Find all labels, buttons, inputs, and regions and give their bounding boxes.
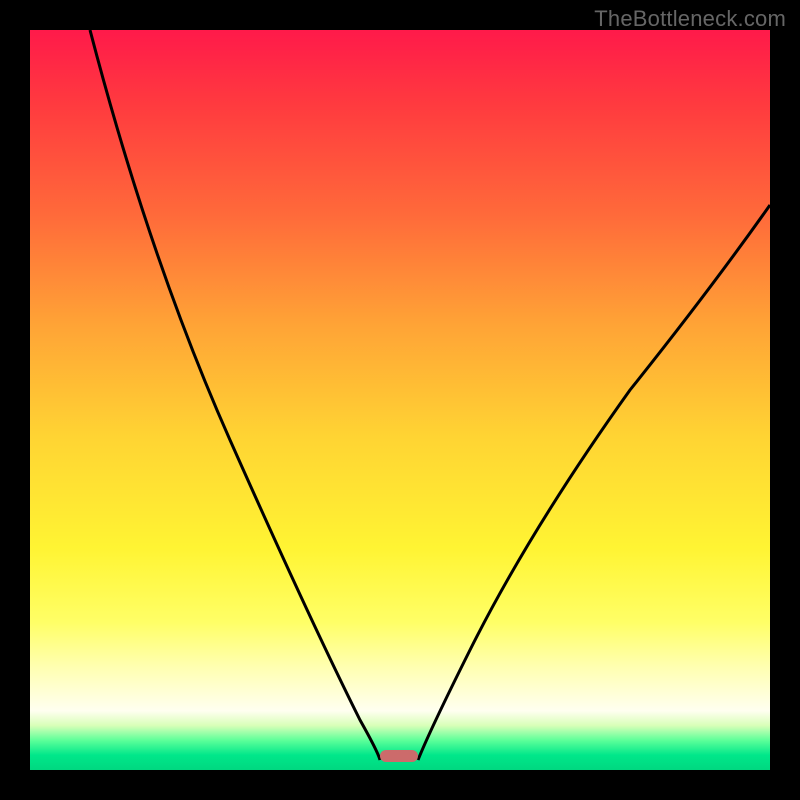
curve-layer bbox=[30, 30, 770, 770]
right-curve bbox=[418, 205, 770, 760]
bottleneck-marker bbox=[380, 750, 418, 762]
watermark-text: TheBottleneck.com bbox=[594, 6, 786, 32]
chart-area bbox=[30, 30, 770, 770]
left-curve bbox=[90, 30, 380, 760]
